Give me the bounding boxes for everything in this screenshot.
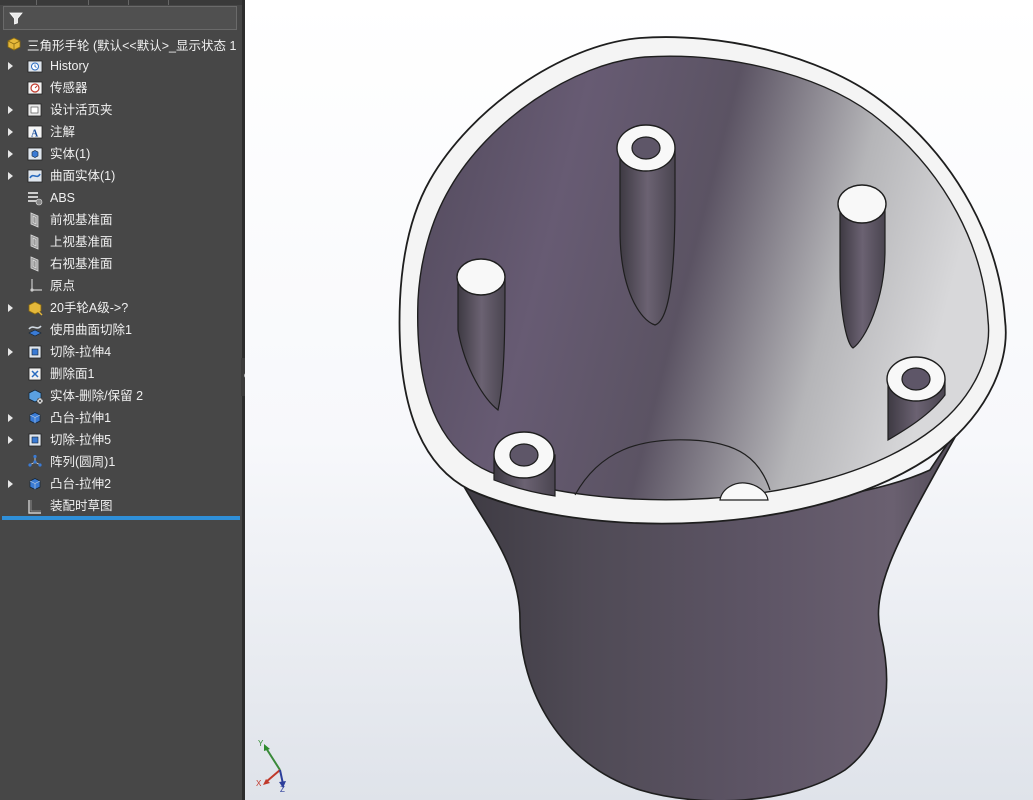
tree-item-cut-extrude[interactable]: 切除-拉伸4 [0, 341, 242, 363]
sketch-folder-icon [28, 500, 41, 514]
expand-arrow-icon[interactable] [8, 436, 13, 444]
solid-bodies-icon [27, 147, 43, 161]
tree-item-sketch-folder[interactable]: 装配时草图 [0, 495, 242, 517]
expand-arrow-icon[interactable] [8, 62, 13, 70]
tree-item-label: 凸台-拉伸2 [50, 477, 112, 491]
tree-item-plane[interactable]: 右视基准面 [0, 253, 242, 275]
tree-item-solid-bodies[interactable]: 实体(1) [0, 143, 242, 165]
tree-item-material[interactable]: ABS [0, 187, 242, 209]
panel-tab-divider[interactable] [88, 0, 89, 5]
panel-tab-divider[interactable] [168, 0, 169, 5]
circular-pattern-icon [28, 454, 42, 467]
tree-item-label: 删除面1 [50, 367, 95, 381]
panel-tab-divider[interactable] [36, 0, 37, 5]
tree-root-part[interactable]: 三角形手轮 (默认<<默认>_显示状态 1 [0, 33, 242, 55]
cut-extrude-icon [28, 433, 42, 447]
plane-icon [30, 212, 39, 228]
tree-item-label: 上视基准面 [50, 235, 113, 249]
expand-arrow-icon[interactable] [8, 106, 13, 114]
delete-face-icon [28, 367, 42, 381]
boss-top-face [456, 258, 506, 296]
boss-extrude-icon [29, 412, 41, 424]
tree-item-annotation[interactable]: A 注解 [0, 121, 242, 143]
feature-manager-panel: 三角形手轮 (默认<<默认>_显示状态 1 History 传感器设计活页夹 A 注解… [0, 0, 242, 800]
part-icon [7, 37, 21, 51]
tree-item-label: 20手轮A级->? [50, 301, 129, 315]
panel-tab-strip [0, 0, 242, 5]
tree-item-boss-extrude[interactable]: 凸台-拉伸1 [0, 407, 242, 429]
tree-item-design-binder[interactable]: 设计活页夹 [0, 99, 242, 121]
tree-item-label: 曲面实体(1) [50, 169, 116, 183]
svg-text:A: A [31, 129, 39, 140]
graphics-viewport[interactable] [245, 0, 1033, 800]
z-axis-label: Z [280, 785, 285, 792]
tree-item-label: 实体(1) [50, 147, 91, 161]
tree-item-label: 注解 [50, 125, 76, 139]
tree-item-label: 传感器 [50, 81, 88, 95]
axis-triad: Y X Z [256, 739, 286, 792]
material-icon [28, 192, 43, 206]
tree-item-label: 使用曲面切除1 [50, 323, 132, 337]
tree-filter-input[interactable] [3, 6, 237, 30]
expand-arrow-icon[interactable] [8, 128, 13, 136]
filter-icon[interactable] [8, 10, 24, 26]
tree-item-delete-face[interactable]: 删除面1 [0, 363, 242, 385]
history-folder-icon [27, 60, 43, 73]
boss-hole [509, 443, 539, 467]
tree-item-label: 右视基准面 [50, 257, 113, 271]
cut-extrude-icon [28, 345, 42, 359]
tree-item-label: History [50, 59, 89, 73]
tree-item-boss-extrude[interactable]: 凸台-拉伸2 [0, 473, 242, 495]
x-axis-line [265, 769, 281, 783]
tree-item-label: 原点 [50, 279, 76, 293]
tree-item-sensor[interactable]: 传感器 [0, 77, 242, 99]
boss-top-face [837, 184, 887, 224]
design-binder-icon [27, 103, 42, 117]
expand-arrow-icon[interactable] [8, 304, 13, 312]
tree-item-plane[interactable]: 上视基准面 [0, 231, 242, 253]
expand-arrow-icon[interactable] [8, 480, 13, 488]
tree-item-surface-bodies[interactable]: 曲面实体(1) [0, 165, 242, 187]
annotation-icon: A [27, 125, 43, 140]
tree-item-label: 切除-拉伸5 [50, 433, 112, 447]
tree-item-label: 装配时草图 [50, 499, 113, 513]
sensor-icon [27, 81, 43, 95]
tree-item-circular-pattern[interactable]: 阵列(圆周)1 [0, 451, 242, 473]
tree-item-label: 前视基准面 [50, 213, 113, 227]
plane-icon [30, 234, 39, 250]
rollback-bar[interactable] [2, 516, 240, 520]
tree-item-plane[interactable]: 前视基准面 [0, 209, 242, 231]
tree-item-label: 阵列(圆周)1 [50, 455, 116, 469]
expand-arrow-icon[interactable] [8, 172, 13, 180]
delete-body-icon [28, 389, 44, 405]
y-axis-line [265, 747, 281, 771]
expand-arrow-icon[interactable] [8, 348, 13, 356]
tree-item-derived-part[interactable]: 20手轮A级->? [0, 297, 242, 319]
tree-item-delete-body[interactable]: 实体-删除/保留 2 [0, 385, 242, 407]
tree-item-label: 切除-拉伸4 [50, 345, 112, 359]
boss-extrude-icon [29, 478, 41, 490]
boss-hole [901, 367, 931, 391]
derived-part-icon [28, 301, 43, 316]
y-axis-label: Y [258, 739, 264, 748]
tree-item-surface-cut[interactable]: 使用曲面切除1 [0, 319, 242, 341]
tree-item-label: 凸台-拉伸1 [50, 411, 112, 425]
panel-tab-divider[interactable] [128, 0, 129, 5]
tree-root-label: 三角形手轮 (默认<<默认>_显示状态 1 [27, 38, 237, 53]
boss-hole [631, 136, 661, 160]
tree-item-origin[interactable]: 原点 [0, 275, 242, 297]
tree-item-label: ABS [50, 191, 76, 205]
expand-arrow-icon[interactable] [8, 414, 13, 422]
tree-item-history-folder[interactable]: History [0, 55, 242, 77]
x-axis-label: X [256, 779, 262, 788]
surface-cut-icon [28, 325, 42, 337]
tree-item-label: 设计活页夹 [50, 103, 113, 117]
expand-arrow-icon[interactable] [8, 150, 13, 158]
tree-item-label: 实体-删除/保留 2 [50, 389, 144, 403]
model-view[interactable] [245, 0, 1033, 800]
plane-icon [30, 256, 39, 272]
tree-item-cut-extrude[interactable]: 切除-拉伸5 [0, 429, 242, 451]
origin-icon [30, 279, 42, 292]
surface-bodies-icon [27, 169, 43, 183]
